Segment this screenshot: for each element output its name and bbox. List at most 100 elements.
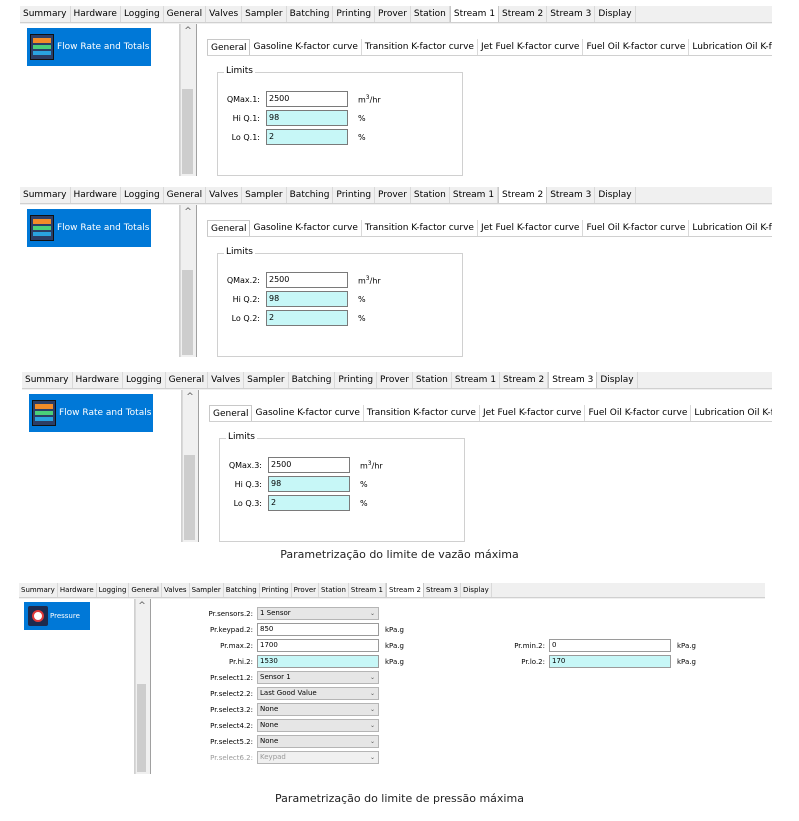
tab-stream-1[interactable]: Stream 1: [449, 6, 500, 22]
subtab-general[interactable]: General: [207, 220, 251, 236]
tab-sampler[interactable]: Sampler: [190, 583, 224, 597]
tab-hardware[interactable]: Hardware: [71, 6, 121, 22]
tab-batching[interactable]: Batching: [289, 372, 336, 388]
tab-printing[interactable]: Printing: [333, 187, 376, 203]
subtab-jet-fuel[interactable]: Jet Fuel K-factor curve: [480, 405, 586, 421]
tab-display[interactable]: Display: [597, 372, 638, 388]
scroll-up-icon[interactable]: ^: [183, 392, 197, 402]
tab-station[interactable]: Station: [413, 372, 452, 388]
subtab-lubrication-oil[interactable]: Lubrication Oil K-factor curve: [689, 220, 772, 236]
tab-summary[interactable]: Summary: [20, 6, 71, 22]
tab-summary[interactable]: Summary: [20, 187, 71, 203]
tab-hardware[interactable]: Hardware: [73, 372, 123, 388]
tree-item-flow-rate[interactable]: Flow Rate and Totals: [27, 28, 151, 66]
tab-sampler[interactable]: Sampler: [242, 187, 287, 203]
qmax-input[interactable]: 2500: [268, 457, 350, 473]
loq-input[interactable]: 2: [266, 129, 348, 145]
tab-stream-3[interactable]: Stream 3: [547, 187, 596, 203]
tab-station[interactable]: Station: [411, 6, 450, 22]
tab-summary[interactable]: Summary: [22, 372, 73, 388]
tab-batching[interactable]: Batching: [287, 6, 334, 22]
pr-sensors-select[interactable]: 1 Sensor ⌄: [257, 607, 379, 620]
tab-stream-3[interactable]: Stream 3: [547, 6, 596, 22]
subtab-fuel-oil[interactable]: Fuel Oil K-factor curve: [583, 39, 690, 55]
tab-prover[interactable]: Prover: [375, 187, 411, 203]
pr-min-input[interactable]: 0: [549, 639, 671, 652]
scroll-up-icon[interactable]: ^: [136, 601, 148, 611]
tab-valves[interactable]: Valves: [162, 583, 190, 597]
tab-valves[interactable]: Valves: [206, 187, 243, 203]
subtab-lubrication-oil[interactable]: Lubrication Oil K-factor curve: [691, 405, 772, 421]
hiq-input[interactable]: 98: [266, 110, 348, 126]
tab-sampler[interactable]: Sampler: [242, 6, 287, 22]
tab-prover[interactable]: Prover: [377, 372, 413, 388]
pr-select4-select[interactable]: None ⌄: [257, 719, 379, 732]
loq-input[interactable]: 2: [266, 310, 348, 326]
pr-max-input[interactable]: 1700: [257, 639, 379, 652]
tab-general[interactable]: General: [166, 372, 209, 388]
tab-logging[interactable]: Logging: [97, 583, 130, 597]
tab-printing[interactable]: Printing: [333, 6, 376, 22]
tab-stream-2[interactable]: Stream 2: [385, 583, 424, 597]
pr-select5-select[interactable]: None ⌄: [257, 735, 379, 748]
tab-display[interactable]: Display: [595, 6, 636, 22]
tab-stream-1[interactable]: Stream 1: [452, 372, 501, 388]
tab-general[interactable]: General: [164, 187, 207, 203]
tab-hardware[interactable]: Hardware: [58, 583, 97, 597]
scroll-up-icon[interactable]: ^: [181, 26, 195, 36]
subtab-general[interactable]: General: [207, 39, 251, 55]
subtab-transition[interactable]: Transition K-factor curve: [362, 220, 478, 236]
hiq-input[interactable]: 98: [268, 476, 350, 492]
pr-select2-select[interactable]: Last Good Value ⌄: [257, 687, 379, 700]
tab-logging[interactable]: Logging: [121, 6, 164, 22]
subtab-jet-fuel[interactable]: Jet Fuel K-factor curve: [478, 39, 584, 55]
tab-stream-1[interactable]: Stream 1: [450, 187, 499, 203]
tab-stream-2[interactable]: Stream 2: [499, 6, 548, 22]
qmax-input[interactable]: 2500: [266, 272, 348, 288]
subtab-gasoline[interactable]: Gasoline K-factor curve: [250, 39, 362, 55]
subtab-gasoline[interactable]: Gasoline K-factor curve: [252, 405, 364, 421]
tab-station[interactable]: Station: [411, 187, 450, 203]
tab-stream-2[interactable]: Stream 2: [498, 187, 548, 203]
tab-stream-3[interactable]: Stream 3: [548, 372, 598, 388]
subtab-general[interactable]: General: [209, 405, 253, 421]
tree-item-pressure[interactable]: Pressure: [24, 602, 90, 630]
tab-batching[interactable]: Batching: [287, 187, 334, 203]
tab-hardware[interactable]: Hardware: [71, 187, 121, 203]
scroll-up-icon[interactable]: ^: [181, 207, 195, 217]
hiq-input[interactable]: 98: [266, 291, 348, 307]
scroll-thumb[interactable]: [137, 684, 146, 772]
tree-item-flow-rate[interactable]: Flow Rate and Totals: [29, 394, 153, 432]
pr-lo-input[interactable]: 170: [549, 655, 671, 668]
tab-logging[interactable]: Logging: [121, 187, 164, 203]
tree-scrollbar[interactable]: ^: [182, 390, 196, 542]
tab-station[interactable]: Station: [319, 583, 349, 597]
subtab-fuel-oil[interactable]: Fuel Oil K-factor curve: [585, 405, 692, 421]
tab-display[interactable]: Display: [595, 187, 636, 203]
tree-scrollbar[interactable]: ^: [135, 599, 147, 774]
qmax-input[interactable]: 2500: [266, 91, 348, 107]
tab-prover[interactable]: Prover: [375, 6, 411, 22]
tab-batching[interactable]: Batching: [224, 583, 260, 597]
tab-valves[interactable]: Valves: [208, 372, 245, 388]
tab-stream-2[interactable]: Stream 2: [500, 372, 549, 388]
subtab-transition[interactable]: Transition K-factor curve: [364, 405, 480, 421]
pr-select1-select[interactable]: Sensor 1 ⌄: [257, 671, 379, 684]
tab-general[interactable]: General: [129, 583, 162, 597]
tab-logging[interactable]: Logging: [123, 372, 166, 388]
tab-valves[interactable]: Valves: [206, 6, 243, 22]
tab-prover[interactable]: Prover: [292, 583, 320, 597]
tab-summary[interactable]: Summary: [19, 583, 58, 597]
scroll-thumb[interactable]: [182, 89, 193, 174]
tab-printing[interactable]: Printing: [335, 372, 378, 388]
subtab-gasoline[interactable]: Gasoline K-factor curve: [250, 220, 362, 236]
tab-sampler[interactable]: Sampler: [244, 372, 289, 388]
pr-select3-select[interactable]: None ⌄: [257, 703, 379, 716]
scroll-thumb[interactable]: [184, 455, 195, 540]
subtab-fuel-oil[interactable]: Fuel Oil K-factor curve: [583, 220, 690, 236]
tree-item-flow-rate[interactable]: Flow Rate and Totals: [27, 209, 151, 247]
tree-scrollbar[interactable]: ^: [180, 205, 194, 357]
tab-general[interactable]: General: [164, 6, 207, 22]
tab-stream-1[interactable]: Stream 1: [349, 583, 386, 597]
pr-hi-input[interactable]: 1530: [257, 655, 379, 668]
